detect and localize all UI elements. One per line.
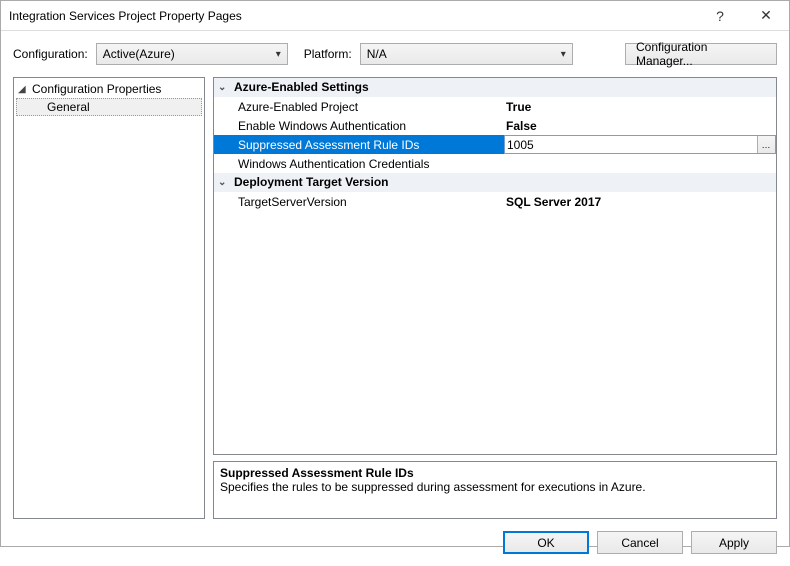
- ok-button[interactable]: OK: [503, 531, 589, 554]
- tree-root[interactable]: ◢ Configuration Properties: [14, 80, 204, 98]
- chevron-down-icon: ▾: [561, 49, 566, 60]
- prop-row[interactable]: Azure-Enabled Project True: [214, 97, 776, 116]
- prop-value[interactable]: True: [504, 97, 776, 116]
- configuration-dropdown[interactable]: Active(Azure) ▾: [96, 43, 288, 65]
- window-title: Integration Services Project Property Pa…: [9, 9, 697, 23]
- prop-value[interactable]: [504, 154, 776, 173]
- description-body: Specifies the rules to be suppressed dur…: [220, 480, 770, 494]
- prop-value[interactable]: 1005 …: [504, 135, 776, 154]
- description-panel: Suppressed Assessment Rule IDs Specifies…: [213, 461, 777, 519]
- category-azure-settings[interactable]: ⌄ Azure-Enabled Settings: [214, 78, 776, 97]
- close-icon[interactable]: ✕: [743, 1, 789, 31]
- tree-item-label: General: [47, 100, 90, 114]
- chevron-down-icon: ▾: [276, 49, 281, 60]
- prop-value[interactable]: SQL Server 2017: [504, 192, 776, 211]
- tree-root-label: Configuration Properties: [32, 82, 161, 96]
- main-area: ◢ Configuration Properties General ⌄ Azu…: [1, 77, 789, 531]
- configuration-label: Configuration:: [13, 47, 90, 61]
- dialog-buttons: OK Cancel Apply: [1, 531, 789, 566]
- cancel-button[interactable]: Cancel: [597, 531, 683, 554]
- nav-tree[interactable]: ◢ Configuration Properties General: [13, 77, 205, 519]
- chevron-down-icon: ◢: [18, 84, 32, 95]
- tree-item-general[interactable]: General: [16, 98, 202, 116]
- prop-row[interactable]: TargetServerVersion SQL Server 2017: [214, 192, 776, 211]
- configuration-bar: Configuration: Active(Azure) ▾ Platform:…: [1, 31, 789, 77]
- help-icon[interactable]: ?: [697, 1, 743, 31]
- prop-label: TargetServerVersion: [214, 192, 504, 211]
- prop-label: Windows Authentication Credentials: [214, 154, 504, 173]
- configuration-manager-button[interactable]: Configuration Manager...: [625, 43, 777, 65]
- category-deployment-target[interactable]: ⌄ Deployment Target Version: [214, 173, 776, 192]
- apply-button[interactable]: Apply: [691, 531, 777, 554]
- ellipsis-button[interactable]: …: [757, 136, 775, 153]
- prop-value-text: 1005: [507, 138, 534, 152]
- chevron-down-icon: ⌄: [218, 82, 234, 93]
- description-title: Suppressed Assessment Rule IDs: [220, 466, 770, 480]
- right-column: ⌄ Azure-Enabled Settings Azure-Enabled P…: [213, 77, 777, 519]
- property-grid[interactable]: ⌄ Azure-Enabled Settings Azure-Enabled P…: [213, 77, 777, 455]
- prop-row-selected[interactable]: Suppressed Assessment Rule IDs 1005 …: [214, 135, 776, 154]
- title-bar: Integration Services Project Property Pa…: [1, 1, 789, 31]
- platform-label: Platform:: [304, 47, 354, 61]
- prop-label: Suppressed Assessment Rule IDs: [214, 135, 504, 154]
- prop-row[interactable]: Enable Windows Authentication False: [214, 116, 776, 135]
- configuration-value: Active(Azure): [103, 47, 276, 61]
- prop-value[interactable]: False: [504, 116, 776, 135]
- category-label: Deployment Target Version: [234, 175, 388, 189]
- prop-row[interactable]: Windows Authentication Credentials: [214, 154, 776, 173]
- category-label: Azure-Enabled Settings: [234, 80, 369, 94]
- platform-value: N/A: [367, 47, 561, 61]
- prop-label: Enable Windows Authentication: [214, 116, 504, 135]
- chevron-down-icon: ⌄: [218, 177, 234, 188]
- prop-label: Azure-Enabled Project: [214, 97, 504, 116]
- platform-dropdown[interactable]: N/A ▾: [360, 43, 573, 65]
